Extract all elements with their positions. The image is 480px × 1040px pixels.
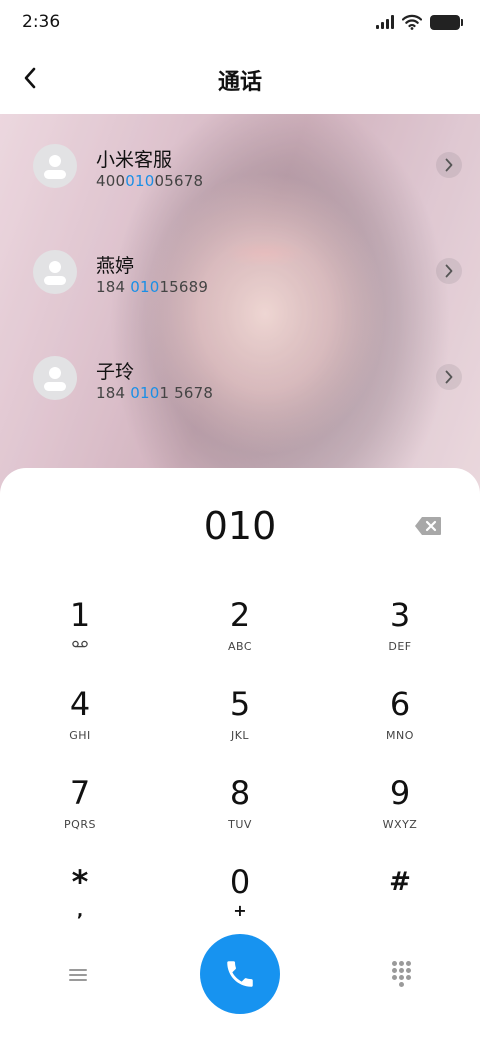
- contact-number: 184 0101 5678: [96, 384, 214, 402]
- keypad-toggle-button[interactable]: [386, 958, 418, 990]
- status-bar: 2:36: [0, 0, 480, 44]
- call-button[interactable]: [200, 934, 280, 1014]
- key-9[interactable]: 9 WXYZ: [340, 774, 460, 854]
- key-5[interactable]: 5 JKL: [180, 685, 300, 765]
- menu-icon: [69, 969, 87, 981]
- page-title: 通话: [217, 70, 262, 95]
- header: 通话: [0, 44, 480, 114]
- key-7[interactable]: 7 PQRS: [20, 774, 140, 854]
- menu-button[interactable]: [60, 962, 96, 988]
- key-0[interactable]: 0 +: [180, 863, 300, 943]
- dialer-panel: 010 1 2 ABC 3 DEF 4 GHI 5 JKL 6 MNO 7 PQ…: [0, 468, 480, 1040]
- battery-icon: [430, 14, 463, 30]
- contact-item[interactable]: 子玲 184 0101 5678: [0, 326, 480, 426]
- backspace-icon: [415, 517, 441, 535]
- contact-detail-button[interactable]: [436, 258, 462, 284]
- key-6[interactable]: 6 MNO: [340, 685, 460, 765]
- key-hash[interactable]: #: [340, 863, 460, 943]
- contact-name: 子玲: [96, 361, 135, 383]
- voicemail-icon: [72, 640, 88, 648]
- contact-item[interactable]: 燕婷 184 01015689: [0, 220, 480, 320]
- key-3[interactable]: 3 DEF: [340, 596, 460, 676]
- signal-icon: [376, 15, 394, 29]
- contact-number: 40001005678: [96, 172, 204, 190]
- contact-item[interactable]: 小米客服 40001005678: [0, 114, 480, 214]
- key-8[interactable]: 8 TUV: [180, 774, 300, 854]
- chevron-right-icon: [445, 264, 453, 278]
- avatar: [33, 250, 77, 294]
- dial-number-display[interactable]: 010: [0, 504, 480, 548]
- key-2[interactable]: 2 ABC: [180, 596, 300, 676]
- avatar: [33, 356, 77, 400]
- number-match: 010: [130, 384, 160, 402]
- number-match: 010: [125, 172, 155, 190]
- wifi-icon: [402, 14, 422, 30]
- status-icons: [376, 13, 463, 31]
- contact-detail-button[interactable]: [436, 364, 462, 390]
- status-time: 2:36: [22, 12, 61, 32]
- contact-name: 燕婷: [96, 255, 135, 277]
- contact-detail-button[interactable]: [436, 152, 462, 178]
- key-1[interactable]: 1: [20, 596, 140, 676]
- chevron-right-icon: [445, 158, 453, 172]
- contact-results-list: 小米客服 40001005678 燕婷 184 01015689 子玲 184 …: [0, 114, 480, 494]
- phone-icon: [227, 961, 253, 987]
- key-star[interactable]: * ,: [20, 863, 140, 943]
- chevron-right-icon: [445, 370, 453, 384]
- contact-number: 184 01015689: [96, 278, 209, 296]
- backspace-button[interactable]: [414, 516, 442, 536]
- avatar: [33, 144, 77, 188]
- key-4[interactable]: 4 GHI: [20, 685, 140, 765]
- contact-name: 小米客服: [96, 149, 173, 171]
- number-match: 010: [130, 278, 160, 296]
